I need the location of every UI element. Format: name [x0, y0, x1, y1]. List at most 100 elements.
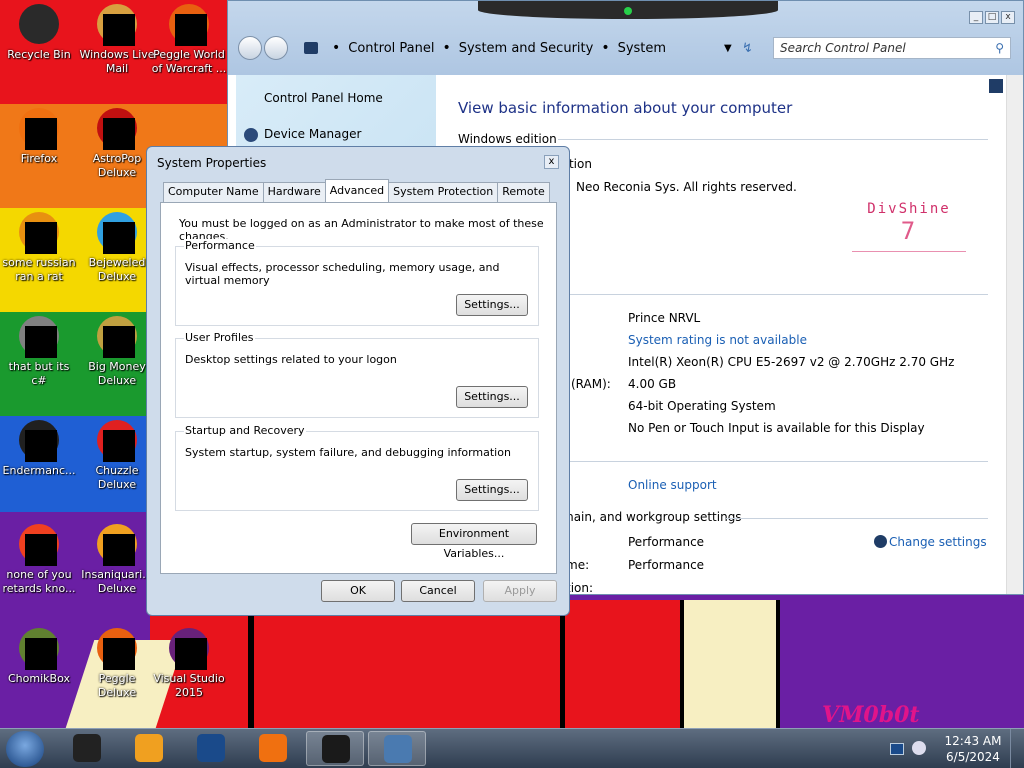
refresh-icon[interactable]: ↯ [742, 41, 753, 56]
user-profiles-settings-button[interactable]: Settings... [456, 386, 528, 408]
desktop-icon-bejeweled-deluxe[interactable]: Bejeweled Deluxe [78, 212, 156, 284]
desktop-icon-label: Chuzzle Deluxe [95, 464, 139, 491]
taskbar-media-player[interactable] [120, 731, 178, 766]
wallpaper-black-line [248, 598, 254, 728]
desktop-icon-label: Windows Live Mail [79, 48, 155, 75]
network-icon[interactable] [890, 743, 904, 755]
desktop-icon-insaniquarium-deluxe[interactable]: Insaniquari... Deluxe [78, 524, 156, 596]
tab-computer-name[interactable]: Computer Name [163, 182, 264, 202]
taskbar-system-icon [384, 735, 412, 763]
desktop-icon-windows-live-mail[interactable]: Windows Live Mail [78, 4, 156, 76]
minimize-button[interactable]: _ [969, 11, 983, 24]
search-input[interactable]: Search Control Panel ⚲ [773, 37, 1011, 59]
desktop-icon-peggle-world-of-warcraft[interactable]: Peggle World of Warcraft ... [150, 4, 228, 76]
address-dropdown-icon[interactable]: ▼ [724, 43, 732, 54]
ram-label: (RAM): [571, 377, 611, 391]
volume-icon[interactable] [912, 741, 926, 755]
maximize-button[interactable]: □ [985, 11, 999, 24]
startup-recovery-settings-button[interactable]: Settings... [456, 479, 528, 501]
desktop-icon-label: Recycle Bin [7, 48, 71, 61]
desktop-icon-none-of-you-retards[interactable]: none of you retards kno... [0, 524, 78, 596]
window-buttons: _ □ x [969, 11, 1015, 24]
taskbar-task-manager[interactable] [306, 731, 364, 766]
taskbar-globe-icon [197, 734, 225, 762]
desktop-icon-astropop-deluxe[interactable]: AstroPop Deluxe [78, 108, 156, 180]
breadcrumb-system[interactable]: System [618, 41, 666, 56]
desktop-icon-label: Firefox [20, 152, 58, 165]
breadcrumb-control-panel[interactable]: Control Panel [348, 41, 434, 56]
desktop-icon-recycle-bin[interactable]: Recycle Bin [0, 4, 78, 62]
group-description: System startup, system failure, and debu… [185, 446, 511, 459]
apply-button[interactable]: Apply [483, 580, 557, 602]
clock-date: 6/5/2024 [946, 750, 1000, 764]
tab-system-protection[interactable]: System Protection [388, 182, 499, 202]
group-description: Visual effects, processor scheduling, me… [185, 261, 500, 287]
group-description: Desktop settings related to your logon [185, 353, 397, 366]
start-button[interactable] [6, 731, 44, 767]
taskbar: 12:43 AM 6/5/2024 [0, 728, 1024, 768]
breadcrumb-separator-icon: • [332, 40, 341, 56]
performance-settings-button[interactable]: Settings... [456, 294, 528, 316]
vertical-scrollbar[interactable] [1006, 75, 1023, 594]
system-properties-dialog: System Properties x Computer Name Hardwa… [146, 146, 570, 616]
processor-value: Intel(R) Xeon(R) CPU E5-2697 v2 @ 2.70GH… [628, 355, 955, 369]
taskbar-system[interactable] [368, 731, 426, 766]
desktop-icon-label: AstroPop Deluxe [92, 152, 142, 179]
taskbar-media-player-icon [135, 734, 163, 762]
online-support-link[interactable]: Online support [628, 478, 717, 492]
close-button[interactable]: x [1001, 11, 1015, 24]
system-type-value: 64-bit Operating System [628, 399, 776, 413]
ok-button[interactable]: OK [321, 580, 395, 602]
link-control-panel-home[interactable]: Control Panel Home [264, 91, 383, 105]
back-button[interactable] [238, 36, 262, 60]
desktop-icon-that-but-its-c[interactable]: that but its c# [0, 316, 78, 388]
taskbar-globe[interactable] [182, 731, 240, 766]
desktop-icon-firefox[interactable]: Firefox [0, 108, 78, 166]
desktop-icon-peggle-deluxe[interactable]: Peggle Deluxe [78, 628, 156, 700]
endermanch-icon [19, 420, 59, 462]
desktop-icon-visual-studio-2015[interactable]: Visual Studio 2015 [150, 628, 228, 700]
tab-advanced[interactable]: Advanced [324, 179, 390, 202]
logo-underline [852, 251, 966, 252]
cancel-button[interactable]: Cancel [401, 580, 475, 602]
taskbar-app-1[interactable] [58, 731, 116, 766]
recycle-bin-icon [19, 4, 59, 44]
desktop-icon-chuzzle-deluxe[interactable]: Chuzzle Deluxe [78, 420, 156, 492]
clock[interactable]: 12:43 AM 6/5/2024 [940, 733, 1006, 765]
wallpaper-cream-shape-right [680, 600, 780, 728]
desktop-icon-endermanch[interactable]: Endermanc... [0, 420, 78, 478]
desktop-icon-big-money-deluxe[interactable]: Big Money Deluxe [78, 316, 156, 388]
wallpaper-black-line [560, 600, 565, 728]
change-settings-link[interactable]: Change settings [889, 535, 987, 549]
control-panel-icon [304, 42, 318, 54]
desktop-icon-chomikbox[interactable]: ChomikBox [0, 628, 78, 686]
shield-icon [244, 128, 258, 142]
computer-name-section-label: main, and workgroup settings [562, 510, 742, 524]
tab-remote[interactable]: Remote [497, 182, 550, 202]
desktop-icon-label: Endermanc... [2, 464, 76, 477]
desktop-icon-label: Peggle Deluxe [97, 672, 137, 699]
peggle-world-of-warcraft-icon [169, 4, 209, 46]
insaniquarium-deluxe-icon [97, 524, 137, 566]
tab-hardware[interactable]: Hardware [262, 182, 326, 202]
dialog-close-button[interactable]: x [544, 155, 559, 169]
clock-time: 12:43 AM [944, 734, 1002, 748]
search-icon[interactable]: ⚲ [995, 38, 1004, 58]
show-desktop-button[interactable] [1010, 729, 1024, 768]
breadcrumb-system-and-security[interactable]: System and Security [459, 41, 594, 56]
breadcrumb-separator-icon: • [442, 40, 451, 56]
system-rating-link[interactable]: System rating is not available [628, 333, 807, 347]
environment-variables-button[interactable]: Environment Variables... [411, 523, 537, 560]
taskbar-firefox[interactable] [244, 731, 302, 766]
search-placeholder: Search Control Panel [780, 41, 906, 55]
forward-button[interactable] [264, 36, 288, 60]
logo-name: DivShine [867, 201, 951, 217]
desktop-icon-some-russian-ran-a-rat[interactable]: some russian ran a rat [0, 212, 78, 284]
wallpaper-red-block [150, 600, 710, 728]
manufacturer-value: Prince NRVL [628, 311, 701, 325]
link-device-manager[interactable]: Device Manager [264, 127, 361, 141]
breadcrumb-separator-icon: • [601, 40, 610, 56]
desktop-icon-label: Visual Studio 2015 [153, 672, 225, 699]
help-icon[interactable] [989, 79, 1003, 93]
visual-studio-2015-icon [169, 628, 209, 670]
